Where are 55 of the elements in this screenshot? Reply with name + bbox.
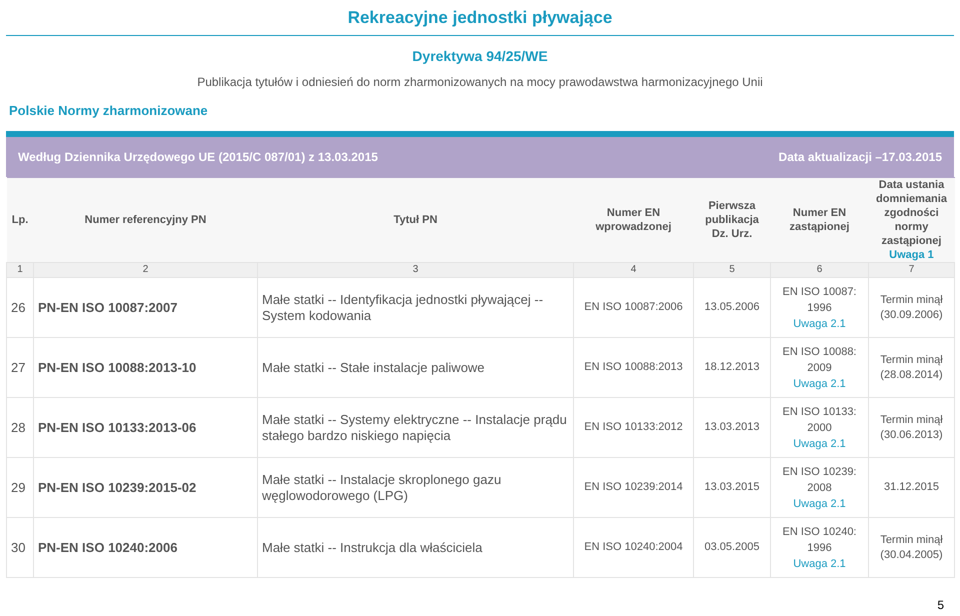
table-cell-text: EN ISO 10240: 1996 (782, 524, 858, 556)
page-title: Rekreacyjne jednostki pływające (348, 6, 612, 29)
table-cell: Termin minął (30.09.2006) (868, 278, 954, 338)
table-cell: Małe statki -- Stałe instalacje paliwowe (258, 338, 574, 398)
table-cell-text: EN ISO 10087: 1996 (782, 284, 858, 316)
column-number: 7 (868, 262, 954, 278)
table-cell: 13.05.2006 (694, 278, 770, 338)
table-cell-text: EN ISO 10133: 2000 (782, 404, 858, 436)
page-number: 5 (937, 597, 944, 614)
subtitle: Publikacja tytułów i odniesień do norm zharmonizowanych na mocy prawodawstwa harmonizacyjnego Unii (197, 74, 763, 91)
column-number: 5 (694, 262, 770, 278)
table-cell: PN-EN ISO 10239:2015-02 (34, 458, 258, 518)
table-cell: 28 (6, 398, 34, 458)
table-cell: Termin minął (30.06.2013) (868, 398, 954, 458)
note-link[interactable]: Uwaga 2.1 (777, 376, 862, 392)
column-number: 1 (6, 262, 34, 278)
table-cell: 13.03.2013 (694, 398, 770, 458)
note-link[interactable]: Uwaga 2.1 (777, 316, 862, 332)
update-date: Data aktualizacji –17.03.2015 (778, 149, 942, 166)
table-cell: Małe statki -- Instalacje skroplonego gazu węglowodorowego (LPG) (258, 458, 574, 518)
table-cell-text: EN ISO 10088: 2009 (782, 344, 858, 376)
note-link[interactable]: Uwaga 2.1 (777, 556, 862, 572)
section-heading: Polskie Normy zharmonizowane (9, 103, 208, 118)
table-cell: Termin minął (30.04.2005) (868, 518, 954, 578)
table-cell: 03.05.2005 (694, 518, 770, 578)
note-link[interactable]: Uwaga 2.1 (777, 496, 862, 512)
directive-title: Dyrektywa 94/25/WE (412, 47, 548, 66)
note-link[interactable]: Uwaga 2.1 (777, 436, 862, 452)
table-cell: 31.12.2015 (868, 458, 954, 518)
table-cell: EN ISO 10087:2006 (574, 278, 694, 338)
table-cell: EN ISO 10133:2012 (574, 398, 694, 458)
table-cell: PN-EN ISO 10087:2007 (34, 278, 258, 338)
table-cell: Termin minął (28.08.2014) (868, 338, 954, 398)
table-cell: 13.03.2015 (694, 458, 770, 518)
table-cell: 30 (6, 518, 34, 578)
column-number: 6 (770, 262, 868, 278)
table-cell: 27 (6, 338, 34, 398)
column-number: 2 (34, 262, 258, 278)
note-link[interactable]: Uwaga 1 (870, 248, 952, 262)
column-number: 4 (574, 262, 694, 278)
table-cell: PN-EN ISO 10133:2013-06 (34, 398, 258, 458)
table-cell: 29 (6, 458, 34, 518)
table-cell: PN-EN ISO 10088:2013-10 (34, 338, 258, 398)
table-cell: Małe statki -- Identyfikacja jednostki pływającej -- System kodowania (258, 278, 574, 338)
table-cell: Małe statki -- Instrukcja dla właściciela (258, 518, 574, 578)
table-cell: 18.12.2013 (694, 338, 770, 398)
table-cell: EN ISO 10088:2013 (574, 338, 694, 398)
table-cell: Małe statki -- Systemy elektryczne -- Instalacje prądu stałego bardzo niskiego napięcia (258, 398, 574, 458)
journal-reference: Według Dziennika Urzędowego UE (2015/C 087/01) z 13.03.2015 (18, 149, 378, 166)
table-cell: PN-EN ISO 10240:2006 (34, 518, 258, 578)
table-cell-text: EN ISO 10239: 2008 (782, 464, 858, 496)
table-cell: 26 (6, 278, 34, 338)
table-cell: EN ISO 10239:2014 (574, 458, 694, 518)
column-number: 3 (258, 262, 574, 278)
table-cell: EN ISO 10240:2004 (574, 518, 694, 578)
